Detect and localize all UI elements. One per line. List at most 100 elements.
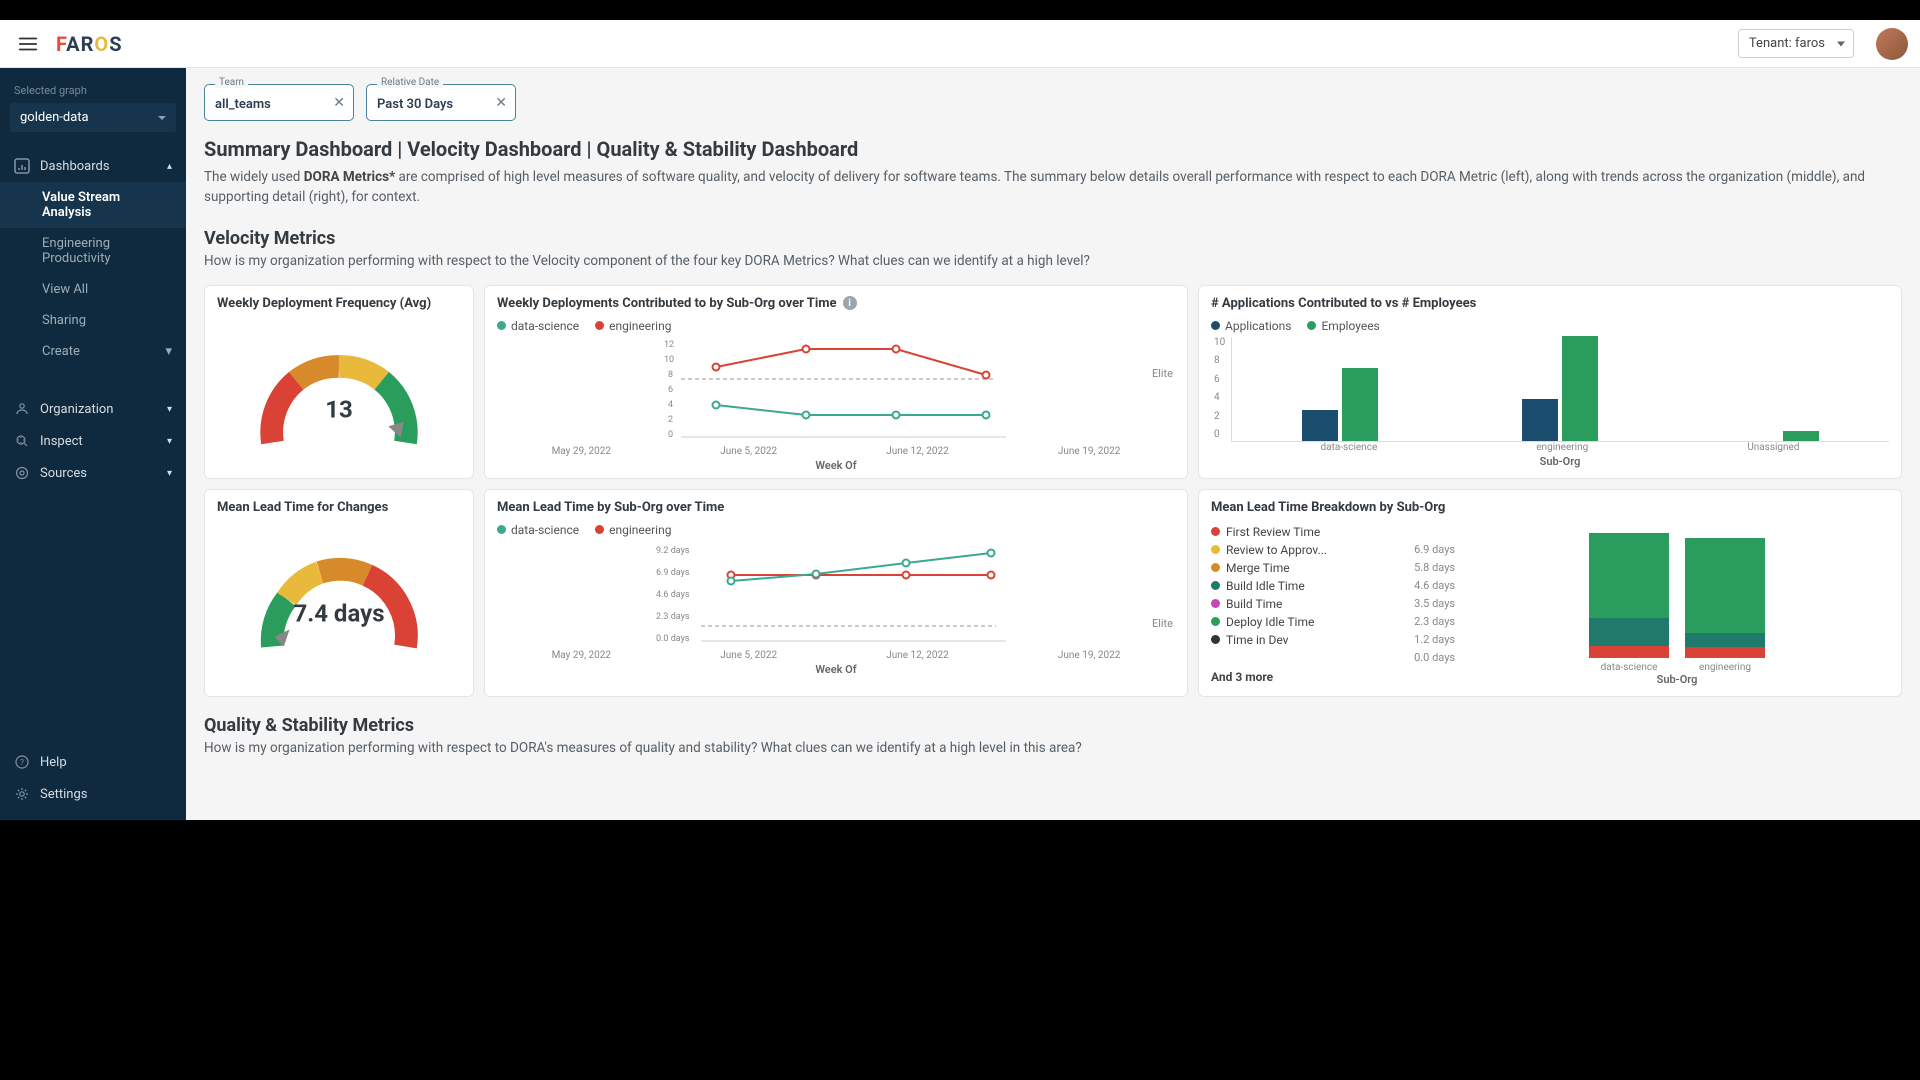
user-avatar[interactable] xyxy=(1876,28,1908,60)
velocity-desc: How is my organization performing with r… xyxy=(204,253,1902,269)
elite-label: Elite xyxy=(1152,617,1173,630)
chip-label: Relative Date xyxy=(377,77,443,88)
hamburger-icon xyxy=(17,33,39,55)
gauge-value: 7.4 days xyxy=(293,600,384,628)
x-axis-label: Week Of xyxy=(497,459,1175,472)
sidebar-section-inspect[interactable]: Inspect ▾ xyxy=(0,425,186,457)
faros-logo: FAROS xyxy=(56,32,123,56)
chip-close-icon[interactable]: ✕ xyxy=(495,95,507,111)
info-icon[interactable]: i xyxy=(843,296,857,310)
card-title: Mean Lead Time by Sub-Org over Time xyxy=(497,500,1175,515)
tenant-select[interactable]: Tenant: faros xyxy=(1738,29,1854,58)
sidebar-help[interactable]: ? Help xyxy=(0,746,186,778)
graph-select[interactable]: golden-data xyxy=(10,103,176,132)
gauge-deploy-frequency: 13 xyxy=(244,325,434,465)
quality-heading: Quality & Stability Metrics xyxy=(204,715,1902,736)
velocity-heading: Velocity Metrics xyxy=(204,228,1902,249)
chip-close-icon[interactable]: ✕ xyxy=(333,95,345,111)
chevron-down-icon: ▾ xyxy=(167,436,172,447)
help-icon: ? xyxy=(14,754,30,770)
svg-text:0.0 days: 0.0 days xyxy=(656,634,690,644)
svg-text:0: 0 xyxy=(668,430,673,440)
card-lead-time-line: Mean Lead Time by Sub-Org over Time data… xyxy=(484,489,1188,697)
sidebar-help-label: Help xyxy=(40,755,67,770)
dashboard-icon xyxy=(14,158,30,174)
page-description: The widely used DORA Metrics* are compri… xyxy=(204,167,1902,208)
sidebar-item-value-stream-analysis[interactable]: Value Stream Analysis xyxy=(0,182,186,228)
chevron-up-icon: ▴ xyxy=(167,161,172,172)
svg-text:?: ? xyxy=(20,758,24,767)
line-chart-deployments: Elite 121086420 May 29, 2022June 5, 2022… xyxy=(497,337,1175,467)
card-title: # Applications Contributed to vs # Emplo… xyxy=(1211,296,1889,311)
card-title: Weekly Deployments Contributed to by Sub… xyxy=(497,296,1175,311)
card-title: Mean Lead Time Breakdown by Sub-Org xyxy=(1211,500,1889,515)
svg-text:2: 2 xyxy=(668,415,673,425)
filter-chip-team[interactable]: Team all_teams ✕ xyxy=(204,84,354,121)
chevron-down-icon: ▾ xyxy=(165,344,172,359)
sidebar-settings[interactable]: Settings xyxy=(0,778,186,810)
svg-text:12: 12 xyxy=(664,340,674,350)
sidebar: Selected graph golden-data Dashboards ▴ … xyxy=(0,68,186,820)
filter-row: Team all_teams ✕ Relative Date Past 30 D… xyxy=(204,84,1902,121)
page-title: Summary Dashboard | Velocity Dashboard |… xyxy=(204,137,1902,161)
elite-label: Elite xyxy=(1152,367,1173,380)
card-weekly-deployments-line: Weekly Deployments Contributed to by Sub… xyxy=(484,285,1188,479)
sources-icon xyxy=(14,465,30,481)
stacked-bar-chart xyxy=(1465,523,1889,658)
svg-text:4: 4 xyxy=(668,400,673,410)
sidebar-item-sharing[interactable]: Sharing xyxy=(0,305,186,336)
sidebar-item-create[interactable]: Create ▾ xyxy=(0,336,186,367)
hamburger-menu-button[interactable] xyxy=(12,28,44,60)
sidebar-organization-label: Organization xyxy=(40,402,113,417)
filter-chip-date[interactable]: Relative Date Past 30 Days ✕ xyxy=(366,84,516,121)
legend: Applications Employees xyxy=(1211,319,1889,333)
tenant-label: Tenant: faros xyxy=(1749,36,1825,51)
line-chart-lead-time: Elite 9.2 days 6.9 days 4.6 days 2.3 days 0.… xyxy=(497,541,1175,671)
sidebar-settings-label: Settings xyxy=(40,787,87,802)
sidebar-item-view-all[interactable]: View All xyxy=(0,274,186,305)
topbar: FAROS Tenant: faros xyxy=(0,20,1920,68)
sidebar-section-sources[interactable]: Sources ▾ xyxy=(0,457,186,489)
svg-text:6.9 days: 6.9 days xyxy=(656,568,690,578)
svg-text:2.3 days: 2.3 days xyxy=(656,612,690,622)
chip-value: Past 30 Days xyxy=(377,97,453,112)
chip-value: all_teams xyxy=(215,97,271,112)
sidebar-section-organization[interactable]: Organization ▾ xyxy=(0,393,186,425)
sidebar-dashboards-label: Dashboards xyxy=(40,159,110,174)
card-title: Weekly Deployment Frequency (Avg) xyxy=(217,296,461,311)
svg-text:8: 8 xyxy=(668,370,673,380)
selected-graph-label: Selected graph xyxy=(0,84,186,103)
graph-select-value: golden-data xyxy=(20,110,89,125)
chip-label: Team xyxy=(215,77,248,88)
svg-text:9.2 days: 9.2 days xyxy=(656,546,690,556)
breakdown-legend: First Review Time Review to Approv...6.9… xyxy=(1211,523,1455,686)
quality-desc: How is my organization performing with r… xyxy=(204,740,1902,756)
sidebar-sources-label: Sources xyxy=(40,466,87,481)
card-lead-time-breakdown: Mean Lead Time Breakdown by Sub-Org Firs… xyxy=(1198,489,1902,697)
sidebar-item-engineering-productivity[interactable]: Engineering Productivity xyxy=(0,228,186,274)
x-axis: May 29, 2022June 5, 2022June 12, 2022Jun… xyxy=(497,650,1175,661)
legend: data-science engineering xyxy=(497,523,1175,537)
main-content: Team all_teams ✕ Relative Date Past 30 D… xyxy=(186,68,1920,820)
gauge-value: 13 xyxy=(325,396,353,424)
x-axis: data-scienceengineeringUnassigned xyxy=(1231,442,1889,453)
sidebar-section-dashboards[interactable]: Dashboards ▴ xyxy=(0,150,186,182)
x-axis: May 29, 2022June 5, 2022June 12, 2022Jun… xyxy=(497,446,1175,457)
x-axis-label: Sub-Org xyxy=(1465,673,1889,686)
svg-text:10: 10 xyxy=(664,355,674,365)
card-deploy-frequency-gauge: Weekly Deployment Frequency (Avg) 13 xyxy=(204,285,474,479)
x-axis-label: Sub-Org xyxy=(1231,455,1889,468)
breakdown-more-link[interactable]: And 3 more xyxy=(1211,670,1455,684)
x-axis: data-scienceengineering xyxy=(1465,662,1889,673)
gauge-lead-time: 7.4 days xyxy=(244,529,434,669)
legend: data-science engineering xyxy=(497,319,1175,333)
velocity-row-2: Mean Lead Time for Changes 7.4 days Mean… xyxy=(204,489,1902,697)
chevron-down-icon: ▾ xyxy=(167,404,172,415)
svg-text:4.6 days: 4.6 days xyxy=(656,590,690,600)
chevron-down-icon: ▾ xyxy=(167,468,172,479)
velocity-row-1: Weekly Deployment Frequency (Avg) 13 Wee… xyxy=(204,285,1902,479)
inspect-icon xyxy=(14,433,30,449)
sidebar-inspect-label: Inspect xyxy=(40,434,83,449)
organization-icon xyxy=(14,401,30,417)
settings-icon xyxy=(14,786,30,802)
